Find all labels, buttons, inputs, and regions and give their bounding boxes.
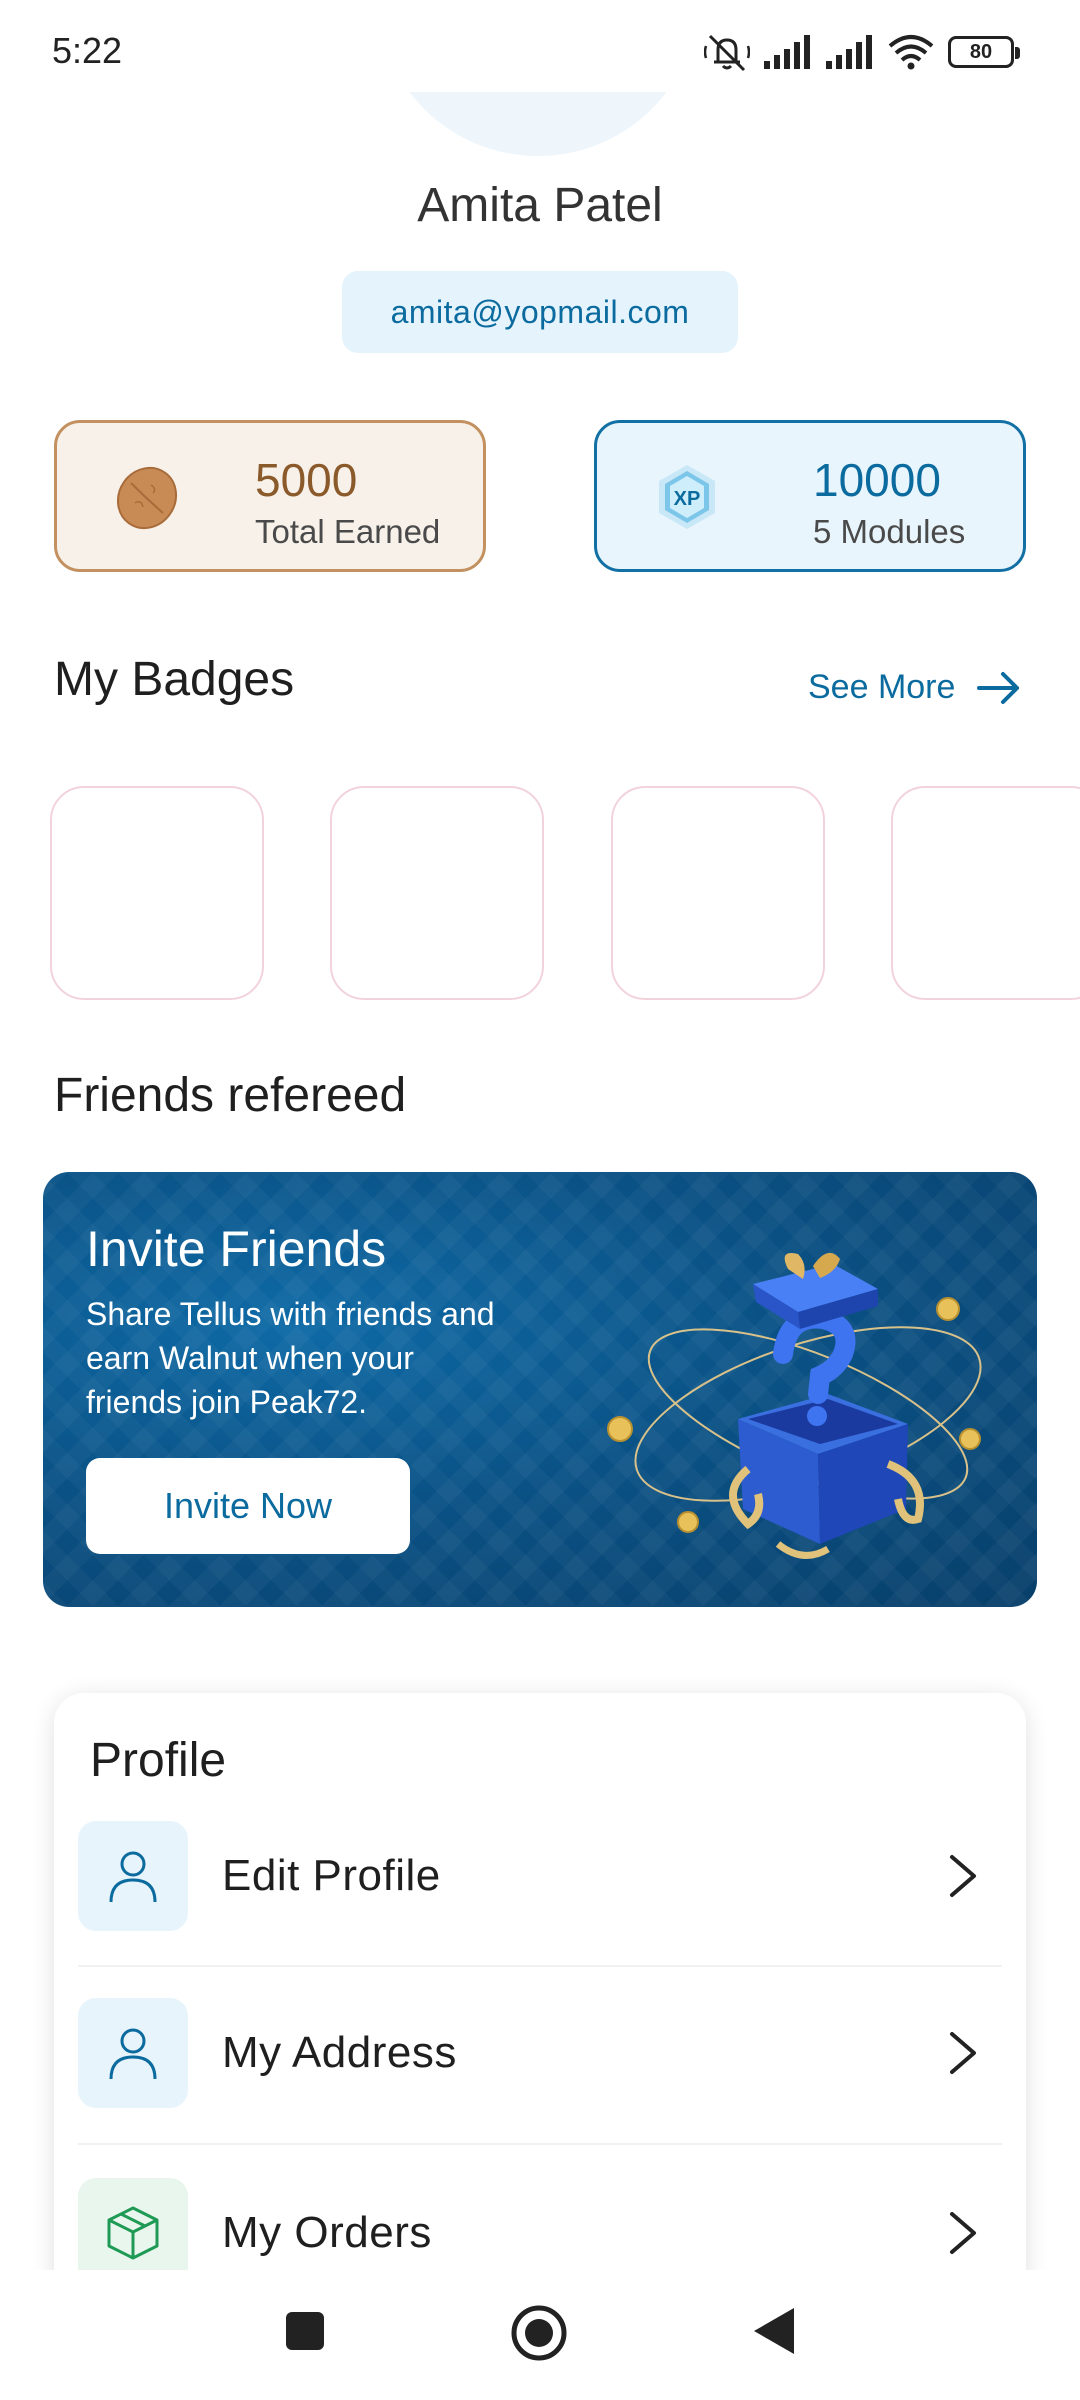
invite-now-button[interactable]: Invite Now: [86, 1458, 410, 1554]
see-more-link[interactable]: See More: [808, 668, 1021, 707]
xp-label: 5 Modules: [813, 513, 966, 550]
status-icons: 80: [704, 32, 1020, 72]
chevron-right-icon: [950, 2032, 976, 2074]
signal-icon: [826, 35, 872, 69]
badges-heading: My Badges: [54, 653, 295, 706]
menu-item-label: Edit Profile: [222, 1851, 441, 1900]
xp-icon-text: XP: [674, 488, 701, 510]
divider: [78, 2143, 1002, 2145]
user-icon: [78, 1998, 188, 2108]
invite-description: Share Tellus with friends and earn Walnu…: [86, 1296, 495, 1420]
menu-item-label: My Orders: [222, 2208, 432, 2257]
badge-slot[interactable]: [891, 786, 1080, 1000]
badge-slot[interactable]: [50, 786, 264, 1000]
battery-level: 80: [969, 40, 993, 63]
divider: [78, 1965, 1002, 1967]
friends-heading: Friends refereed: [54, 1069, 407, 1122]
chevron-right-icon: [950, 2212, 976, 2254]
xp-card[interactable]: XP 10000 5 Modules: [594, 420, 1026, 572]
earned-label: Total Earned: [255, 513, 441, 550]
wifi-icon: [888, 35, 934, 70]
xp-icon: XP: [659, 465, 715, 529]
menu-item-edit-profile[interactable]: Edit Profile: [78, 1821, 1002, 1931]
home-button[interactable]: [510, 2304, 568, 2362]
earned-value: 5000: [255, 454, 358, 506]
badge-slot[interactable]: [330, 786, 544, 1000]
menu-item-my-address[interactable]: My Address: [78, 1998, 1002, 2108]
navigation-bar: [0, 2270, 1080, 2400]
status-bar: 5:22 80: [0, 0, 1080, 92]
signal-icon: [764, 35, 810, 69]
xp-value: 10000: [813, 454, 941, 506]
total-earned-card[interactable]: 5000 Total Earned: [54, 420, 486, 572]
user-name: Amita Patel: [417, 179, 663, 232]
status-time: 5:22: [52, 30, 123, 71]
invite-banner: Invite Friends Share Tellus with friends…: [43, 1172, 1037, 1607]
battery-icon: 80: [948, 36, 1020, 68]
see-more-label: See More: [808, 668, 956, 706]
user-icon: [78, 1821, 188, 1931]
invite-title: Invite Friends: [86, 1221, 387, 1277]
recent-apps-button[interactable]: [284, 2310, 326, 2352]
user-email: amita@yopmail.com: [342, 271, 738, 353]
gift-box-illustration: [607, 1252, 982, 1559]
mute-icon: [704, 34, 750, 72]
chevron-right-icon: [950, 1855, 976, 1897]
back-button[interactable]: [752, 2306, 796, 2356]
profile-menu-title: Profile: [90, 1734, 227, 1787]
arrow-right-icon: [977, 671, 1020, 704]
menu-item-label: My Address: [222, 2028, 457, 2077]
badge-slot[interactable]: [611, 786, 825, 1000]
walnut-icon: [116, 466, 178, 530]
